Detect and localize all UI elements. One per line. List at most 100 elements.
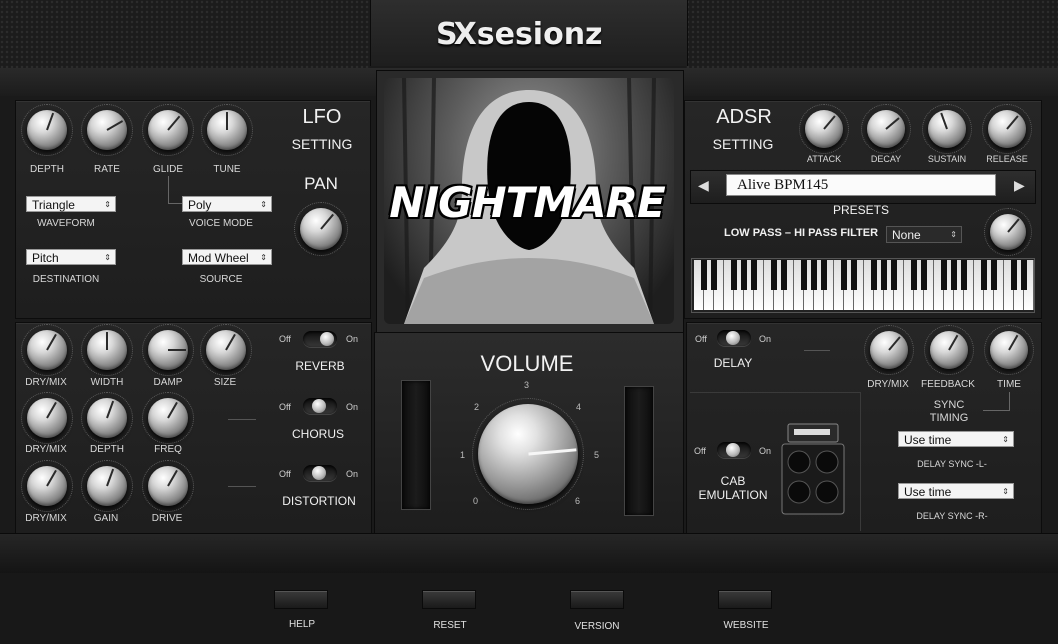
decay-knob[interactable] — [861, 104, 911, 154]
waveform-select[interactable]: Triangle ⇕ — [26, 196, 116, 212]
lfo-tune-knob[interactable] — [201, 104, 253, 156]
source-label: SOURCE — [199, 274, 243, 285]
delay-sync-l-select[interactable]: Use time ⇕ — [898, 431, 1014, 447]
distortion-drive-knob[interactable] — [142, 460, 194, 512]
dropdown-arrows-icon: ⇕ — [260, 253, 267, 262]
reverb-damp-knob[interactable] — [142, 324, 194, 376]
lfo-title: LFO — [302, 106, 342, 128]
delay-drymix-knob[interactable] — [864, 325, 914, 375]
chorus-freq-label: FREQ — [154, 444, 182, 455]
brand-logo: SX sesionz — [436, 14, 603, 54]
piano-black-key[interactable] — [821, 260, 827, 290]
reverb-drymix-knob[interactable] — [21, 324, 73, 376]
delay-sync-r-select[interactable]: Use time ⇕ — [898, 483, 1014, 499]
piano-black-key[interactable] — [771, 260, 777, 290]
piano-keyboard[interactable] — [691, 258, 1035, 313]
piano-black-key[interactable] — [941, 260, 947, 290]
lfo-tune-label: TUNE — [213, 164, 241, 175]
distortion-toggle[interactable] — [303, 465, 337, 481]
distortion-drymix-knob[interactable] — [21, 460, 73, 512]
piano-black-key[interactable] — [981, 260, 987, 290]
piano-black-key[interactable] — [801, 260, 807, 290]
piano-black-key[interactable] — [841, 260, 847, 290]
presets-label: PRESETS — [832, 203, 890, 217]
delay-on-label: On — [759, 334, 772, 344]
volume-knob[interactable] — [472, 398, 584, 510]
chorus-on-label: On — [346, 402, 359, 412]
help-button[interactable] — [274, 590, 328, 609]
brand-name: sesionz — [476, 16, 603, 52]
reset-label: RESET — [433, 620, 467, 631]
distortion-divider — [228, 486, 256, 487]
piano-black-key[interactable] — [851, 260, 857, 290]
piano-black-key[interactable] — [891, 260, 897, 290]
attack-label: ATTACK — [806, 154, 842, 164]
destination-select[interactable]: Pitch ⇕ — [26, 249, 116, 265]
distortion-gain-label: GAIN — [93, 513, 119, 524]
piano-black-key[interactable] — [811, 260, 817, 290]
delay-toggle[interactable] — [717, 330, 751, 346]
piano-black-key[interactable] — [1011, 260, 1017, 290]
delay-feedback-knob[interactable] — [924, 325, 974, 375]
piano-black-key[interactable] — [1021, 260, 1027, 290]
piano-black-key[interactable] — [711, 260, 717, 290]
pan-knob[interactable] — [294, 202, 348, 256]
website-button[interactable] — [718, 590, 772, 609]
cab-on-label: On — [759, 446, 772, 456]
version-button[interactable] — [570, 590, 624, 609]
voice-mode-label: VOICE MODE — [189, 218, 253, 229]
piano-black-key[interactable] — [871, 260, 877, 290]
chorus-depth-knob[interactable] — [81, 392, 133, 444]
piano-black-key[interactable] — [961, 260, 967, 290]
delay-sync-r-value: Use time — [904, 485, 952, 499]
lfo-depth-label: DEPTH — [30, 164, 64, 175]
sync-connector-line — [1009, 392, 1010, 411]
reverb-width-knob[interactable] — [81, 324, 133, 376]
reverb-size-knob[interactable] — [200, 324, 252, 376]
piano-black-key[interactable] — [751, 260, 757, 290]
cab-toggle[interactable] — [717, 442, 751, 458]
chorus-drymix-knob[interactable] — [21, 392, 73, 444]
sustain-label: SUSTAIN — [927, 154, 967, 164]
filter-value: None — [892, 228, 921, 242]
release-knob[interactable] — [982, 104, 1032, 154]
preset-prev-button[interactable]: ◀ — [698, 177, 709, 194]
source-select[interactable]: Mod Wheel ⇕ — [182, 249, 272, 265]
footer-rail — [0, 533, 1058, 574]
piano-black-key[interactable] — [951, 260, 957, 290]
filter-knob[interactable] — [984, 208, 1032, 256]
adsr-title: ADSR — [716, 106, 772, 128]
dropdown-arrows-icon: ⇕ — [260, 200, 267, 209]
sustain-knob[interactable] — [922, 104, 972, 154]
preset-name: Alive BPM145 — [737, 177, 829, 193]
reverb-toggle[interactable] — [303, 331, 337, 347]
voice-mode-select[interactable]: Poly ⇕ — [182, 196, 272, 212]
lfo-glide-knob[interactable] — [142, 104, 194, 156]
filter-select[interactable]: None ⇕ — [886, 226, 962, 243]
chorus-freq-knob[interactable] — [142, 392, 194, 444]
preset-next-button[interactable]: ▶ — [1014, 177, 1025, 194]
footer-bar — [0, 573, 1058, 644]
sync-connector-line — [983, 410, 1009, 411]
piano-black-key[interactable] — [881, 260, 887, 290]
reverb-size-label: SIZE — [213, 377, 237, 388]
piano-black-key[interactable] — [741, 260, 747, 290]
piano-black-key[interactable] — [701, 260, 707, 290]
help-label: HELP — [288, 619, 316, 630]
distortion-gain-knob[interactable] — [81, 460, 133, 512]
preset-name-field[interactable]: Alive BPM145 — [726, 174, 996, 196]
chorus-off-label: Off — [279, 402, 291, 412]
delay-time-knob[interactable] — [984, 325, 1034, 375]
reset-button[interactable] — [422, 590, 476, 609]
piano-black-key[interactable] — [781, 260, 787, 290]
piano-black-key[interactable] — [731, 260, 737, 290]
lfo-rate-knob[interactable] — [81, 104, 133, 156]
piano-black-key[interactable] — [911, 260, 917, 290]
attack-knob[interactable] — [799, 104, 849, 154]
delay-off-label: Off — [695, 334, 707, 344]
chorus-toggle[interactable] — [303, 398, 337, 414]
piano-black-key[interactable] — [991, 260, 997, 290]
speaker-cabinet-icon — [780, 422, 846, 516]
piano-black-key[interactable] — [921, 260, 927, 290]
lfo-depth-knob[interactable] — [21, 104, 73, 156]
